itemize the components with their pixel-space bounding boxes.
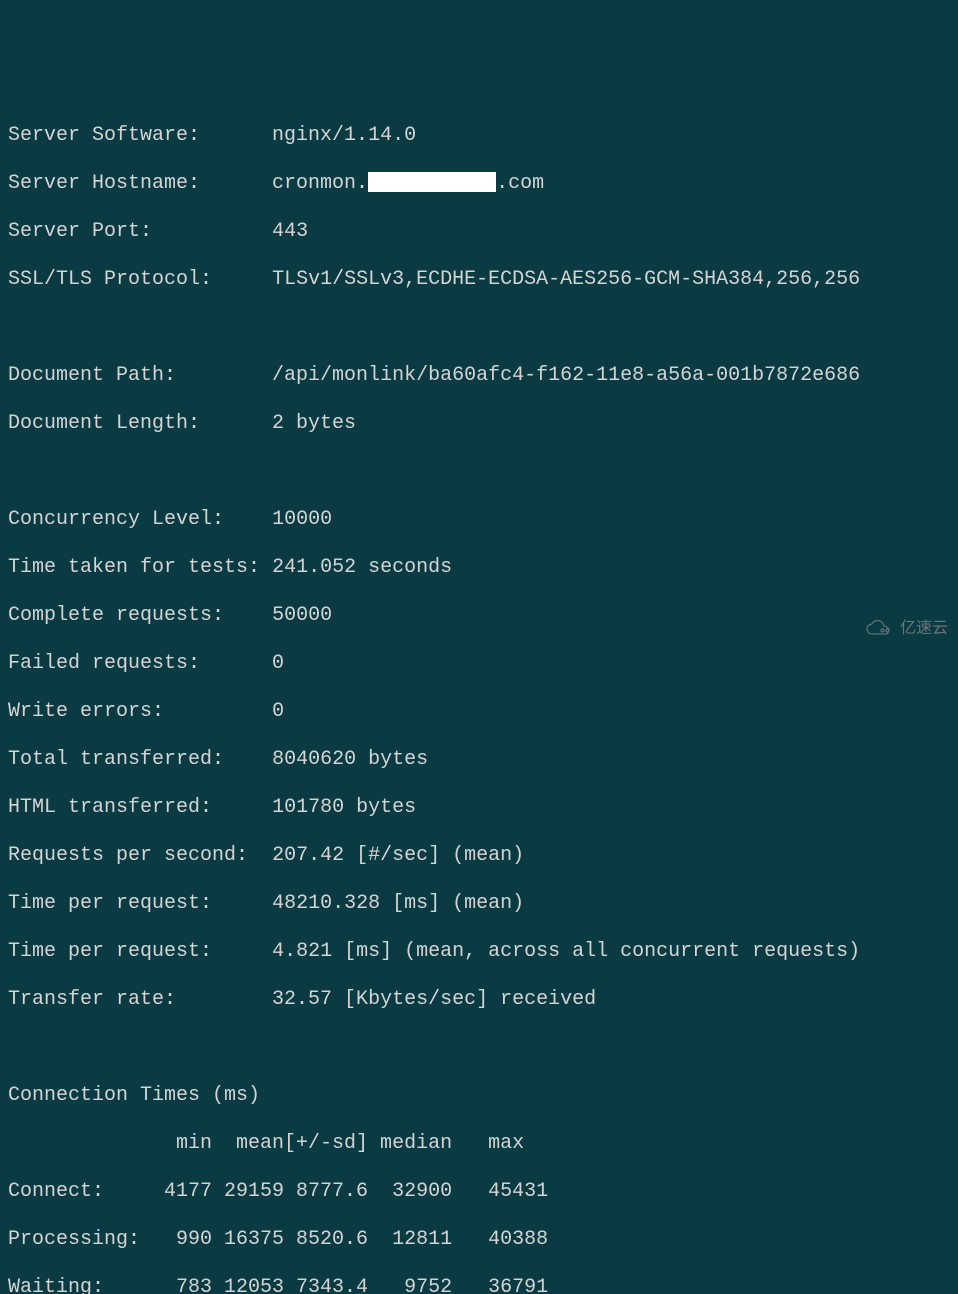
redacted-block (368, 172, 496, 192)
concurrency-label: Concurrency Level: (8, 508, 224, 531)
ssl-protocol-label: SSL/TLS Protocol: (8, 268, 212, 291)
total-transferred-value: 8040620 bytes (272, 748, 428, 771)
tpr1-line: Time per request: 48210.328 [ms] (mean) (8, 892, 950, 916)
complete-label: Complete requests: (8, 604, 224, 627)
write-errors-value: 0 (272, 700, 284, 723)
blank-line-2 (8, 460, 950, 484)
server-port-value: 443 (272, 220, 308, 243)
transfer-rate-value: 32.57 [Kbytes/sec] received (272, 988, 596, 1011)
rps-line: Requests per second: 207.42 [#/sec] (mea… (8, 844, 950, 868)
blank-line-3 (8, 1036, 950, 1060)
transfer-rate-line: Transfer rate: 32.57 [Kbytes/sec] receiv… (8, 988, 950, 1012)
failed-value: 0 (272, 652, 284, 675)
doc-length-label: Document Length: (8, 412, 200, 435)
html-transferred-value: 101780 bytes (272, 796, 416, 819)
server-hostname-line: Server Hostname: cronmon. .com (8, 172, 950, 196)
tpr2-label: Time per request: (8, 940, 212, 963)
server-software-line: Server Software: nginx/1.14.0 (8, 124, 950, 148)
tpr1-value: 48210.328 [ms] (mean) (272, 892, 524, 915)
concurrency-value: 10000 (272, 508, 332, 531)
conn-processing-row: Processing: 990 16375 8520.6 12811 40388 (8, 1228, 950, 1252)
server-hostname-suffix: .com (496, 172, 544, 195)
html-transferred-label: HTML transferred: (8, 796, 212, 819)
server-hostname-prefix: cronmon. (272, 172, 368, 195)
complete-line: Complete requests: 50000 (8, 604, 950, 628)
ssl-protocol-value: TLSv1/SSLv3,ECDHE-ECDSA-AES256-GCM-SHA38… (272, 268, 860, 291)
cloud-icon (862, 619, 896, 639)
transfer-rate-label: Transfer rate: (8, 988, 176, 1011)
total-transferred-label: Total transferred: (8, 748, 224, 771)
watermark: 亿速云 (862, 617, 948, 641)
conn-times-header: Connection Times (ms) (8, 1084, 950, 1108)
tpr2-line: Time per request: 4.821 [ms] (mean, acro… (8, 940, 950, 964)
doc-length-value: 2 bytes (272, 412, 356, 435)
server-port-label: Server Port: (8, 220, 152, 243)
write-errors-label: Write errors: (8, 700, 164, 723)
conn-connect-row: Connect: 4177 29159 8777.6 32900 45431 (8, 1180, 950, 1204)
concurrency-line: Concurrency Level: 10000 (8, 508, 950, 532)
doc-path-label: Document Path: (8, 364, 176, 387)
conn-waiting-row: Waiting: 783 12053 7343.4 9752 36791 (8, 1276, 950, 1294)
time-taken-line: Time taken for tests: 241.052 seconds (8, 556, 950, 580)
write-errors-line: Write errors: 0 (8, 700, 950, 724)
doc-length-line: Document Length: 2 bytes (8, 412, 950, 436)
server-port-line: Server Port: 443 (8, 220, 950, 244)
terminal-output: Server Software: nginx/1.14.0 Server Hos… (8, 100, 950, 1294)
doc-path-value: /api/monlink/ba60afc4-f162-11e8-a56a-001… (272, 364, 860, 387)
conn-times-col-header: min mean[+/-sd] median max (8, 1132, 950, 1156)
ssl-protocol-line: SSL/TLS Protocol: TLSv1/SSLv3,ECDHE-ECDS… (8, 268, 950, 292)
tpr2-value: 4.821 [ms] (mean, across all concurrent … (272, 940, 860, 963)
blank-line-1 (8, 316, 950, 340)
watermark-text: 亿速云 (900, 617, 948, 641)
rps-value: 207.42 [#/sec] (mean) (272, 844, 524, 867)
server-software-value: nginx/1.14.0 (272, 124, 416, 147)
complete-value: 50000 (272, 604, 332, 627)
failed-label: Failed requests: (8, 652, 200, 675)
tpr1-label: Time per request: (8, 892, 212, 915)
rps-label: Requests per second: (8, 844, 248, 867)
failed-line: Failed requests: 0 (8, 652, 950, 676)
time-taken-label: Time taken for tests: (8, 556, 260, 579)
total-transferred-line: Total transferred: 8040620 bytes (8, 748, 950, 772)
server-software-label: Server Software: (8, 124, 200, 147)
html-transferred-line: HTML transferred: 101780 bytes (8, 796, 950, 820)
doc-path-line: Document Path: /api/monlink/ba60afc4-f16… (8, 364, 950, 388)
server-hostname-label: Server Hostname: (8, 172, 200, 195)
time-taken-value: 241.052 seconds (272, 556, 452, 579)
